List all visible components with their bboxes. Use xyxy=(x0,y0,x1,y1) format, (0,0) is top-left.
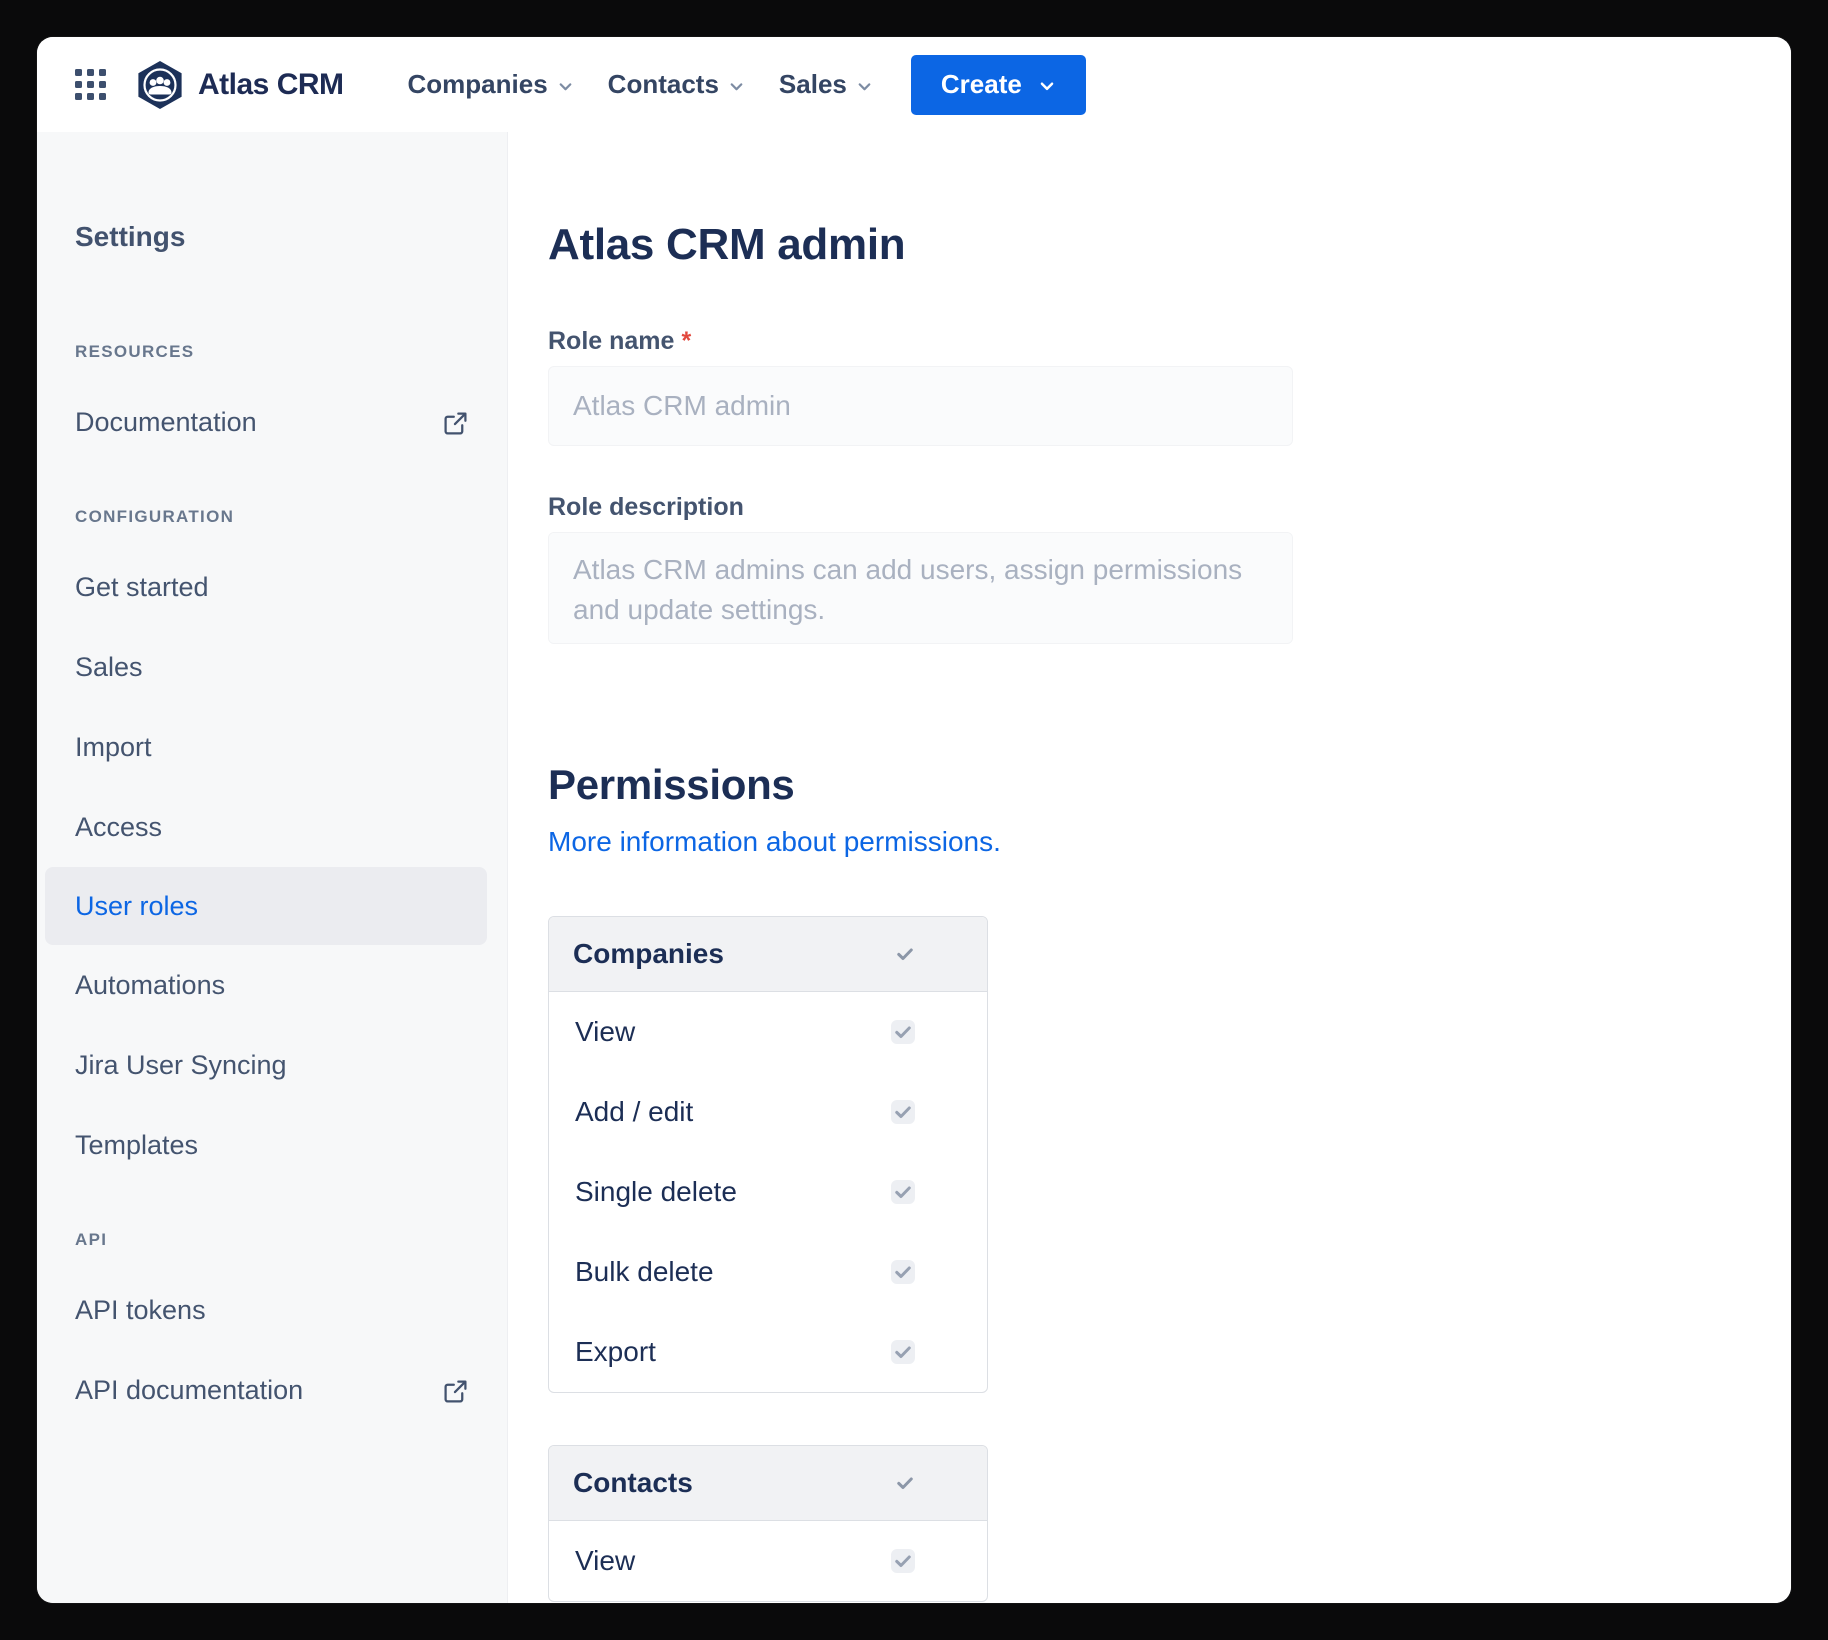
role-name-input[interactable] xyxy=(548,366,1293,446)
permission-row-companies-export: Export xyxy=(549,1312,987,1392)
sidebar-item-api-documentation[interactable]: API documentation xyxy=(37,1350,507,1430)
app-switcher-icon[interactable] xyxy=(75,69,106,100)
nav-item-sales[interactable]: Sales xyxy=(779,69,873,100)
chevron-down-icon xyxy=(856,78,873,95)
sidebar-title: Settings xyxy=(37,220,507,254)
sidebar-item-automations[interactable]: Automations xyxy=(37,945,507,1025)
nav-item-companies[interactable]: Companies xyxy=(408,69,574,100)
permission-group-title: Contacts xyxy=(573,1467,693,1499)
sidebar-sections: RESOURCES Documentation CONFIGURATION Get s… xyxy=(37,342,507,1430)
sidebar-item-label: Sales xyxy=(75,652,143,683)
role-name-label: Role name* xyxy=(548,326,1791,356)
permission-groups: Companies View Add / edit Single delete Bulk… xyxy=(548,916,1791,1602)
permission-checkbox[interactable] xyxy=(891,1549,915,1573)
sidebar-item-api-tokens[interactable]: API tokens xyxy=(37,1270,507,1350)
sidebar-item-label: User roles xyxy=(75,891,198,922)
permission-group-title: Companies xyxy=(573,938,724,970)
permission-row-contacts-view: View xyxy=(549,1521,987,1601)
main-nav: Companies Contacts Sales xyxy=(374,69,873,100)
checkmark-icon xyxy=(893,1102,913,1122)
role-description-input[interactable] xyxy=(548,532,1293,644)
external-link-icon xyxy=(442,1378,469,1405)
permission-row-companies-single-delete: Single delete xyxy=(549,1152,987,1232)
permission-card-contacts: Contacts View xyxy=(548,1445,988,1602)
create-button-label: Create xyxy=(941,69,1022,100)
permission-row-label: View xyxy=(575,1016,635,1048)
permission-checkbox[interactable] xyxy=(891,1260,915,1284)
sidebar-item-documentation[interactable]: Documentation xyxy=(37,382,507,462)
brand-name: Atlas CRM xyxy=(198,68,344,102)
app-window: Atlas CRM CompaniesContactsSales Create … xyxy=(37,37,1791,1603)
permission-row-label: Single delete xyxy=(575,1176,737,1208)
nav-item-label: Contacts xyxy=(608,69,719,100)
checkmark-icon xyxy=(893,1262,913,1282)
permissions-info-link[interactable]: More information about permissions. xyxy=(548,824,1001,860)
sidebar-item-sales[interactable]: Sales xyxy=(37,627,507,707)
atlas-crm-logo-icon xyxy=(134,60,186,110)
permission-row-label: Bulk delete xyxy=(575,1256,714,1288)
checkmark-icon xyxy=(893,1551,913,1571)
sidebar-item-label: API documentation xyxy=(75,1375,303,1406)
permission-row-label: View xyxy=(575,1545,635,1577)
role-description-label: Role description xyxy=(548,492,1791,522)
sidebar-item-label: Access xyxy=(75,812,162,843)
external-link-icon xyxy=(442,410,469,437)
required-marker: * xyxy=(681,327,691,355)
sidebar-item-label: Documentation xyxy=(75,407,257,438)
sidebar: Settings RESOURCES Documentation CONFIGURA… xyxy=(37,132,508,1603)
sidebar-item-label: Import xyxy=(75,732,152,763)
sidebar-item-label: Automations xyxy=(75,970,225,1001)
sidebar-section-heading-resources: RESOURCES xyxy=(75,342,469,362)
permission-checkbox[interactable] xyxy=(891,1180,915,1204)
permission-row-companies-bulk-delete: Bulk delete xyxy=(549,1232,987,1312)
chevron-down-icon xyxy=(1038,77,1056,95)
permission-card-companies: Companies View Add / edit Single delete Bulk… xyxy=(548,916,988,1393)
checkmark-icon xyxy=(893,1022,913,1042)
permissions-title: Permissions xyxy=(548,758,1791,812)
sidebar-item-label: API tokens xyxy=(75,1295,206,1326)
chevron-down-icon xyxy=(728,78,745,95)
main-content: Atlas CRM admin Role name* Role descript… xyxy=(508,132,1791,1603)
create-button[interactable]: Create xyxy=(911,55,1086,115)
sidebar-item-user-roles[interactable]: User roles xyxy=(45,867,487,945)
sidebar-item-jira-user-syncing[interactable]: Jira User Syncing xyxy=(37,1025,507,1105)
checkmark-icon xyxy=(893,1342,913,1362)
sidebar-item-label: Get started xyxy=(75,572,209,603)
chevron-down-icon xyxy=(557,78,574,95)
sidebar-section-heading-api: API xyxy=(75,1230,469,1250)
permission-row-companies-add-edit: Add / edit xyxy=(549,1072,987,1152)
sidebar-item-access[interactable]: Access xyxy=(37,787,507,867)
sidebar-item-label: Jira User Syncing xyxy=(75,1050,287,1081)
permission-row-companies-view: View xyxy=(549,992,987,1072)
permission-row-label: Export xyxy=(575,1336,656,1368)
permission-checkbox[interactable] xyxy=(891,1340,915,1364)
sidebar-item-get-started[interactable]: Get started xyxy=(37,547,507,627)
nav-item-label: Sales xyxy=(779,69,847,100)
page-title: Atlas CRM admin xyxy=(548,218,1791,272)
sidebar-item-label: Templates xyxy=(75,1130,198,1161)
brand[interactable]: Atlas CRM xyxy=(134,60,344,110)
nav-item-contacts[interactable]: Contacts xyxy=(608,69,745,100)
checkmark-icon xyxy=(895,1473,915,1493)
permission-checkbox[interactable] xyxy=(891,1100,915,1124)
permission-checkbox[interactable] xyxy=(891,1020,915,1044)
top-nav-bar: Atlas CRM Companies Contacts Sales Create xyxy=(37,37,1791,132)
nav-item-label: Companies xyxy=(408,69,548,100)
checkmark-icon xyxy=(895,944,915,964)
permission-card-header-contacts[interactable]: Contacts xyxy=(549,1446,987,1521)
permission-row-label: Add / edit xyxy=(575,1096,693,1128)
sidebar-item-import[interactable]: Import xyxy=(37,707,507,787)
sidebar-section-heading-configuration: CONFIGURATION xyxy=(75,507,469,527)
checkmark-icon xyxy=(893,1182,913,1202)
sidebar-item-templates[interactable]: Templates xyxy=(37,1105,507,1185)
permission-card-header-companies[interactable]: Companies xyxy=(549,917,987,992)
